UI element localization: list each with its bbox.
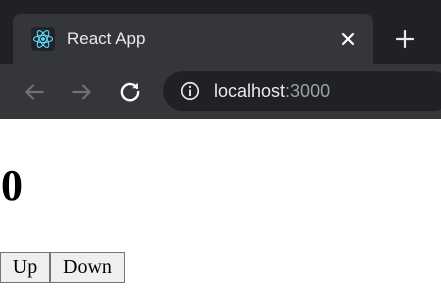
address-bar[interactable]: localhost:3000 [163, 71, 441, 111]
info-icon[interactable] [179, 80, 201, 102]
browser-toolbar: localhost:3000 [0, 64, 441, 119]
browser-tab[interactable]: React App [13, 14, 373, 64]
up-button[interactable]: Up [0, 252, 50, 283]
close-icon[interactable] [336, 27, 360, 51]
down-button[interactable]: Down [50, 252, 125, 283]
browser-tabstrip: React App [0, 0, 441, 64]
url-port: :3000 [285, 81, 331, 101]
url-host: localhost [214, 81, 286, 101]
back-arrow-icon[interactable] [21, 79, 47, 105]
url-text[interactable]: localhost:3000 [214, 80, 330, 102]
react-logo-icon [31, 27, 55, 51]
counter-value: 0 [1, 161, 23, 210]
forward-arrow-icon[interactable] [69, 79, 95, 105]
plus-icon[interactable] [393, 27, 417, 51]
reload-icon[interactable] [117, 79, 143, 105]
tab-title: React App [67, 29, 146, 48]
